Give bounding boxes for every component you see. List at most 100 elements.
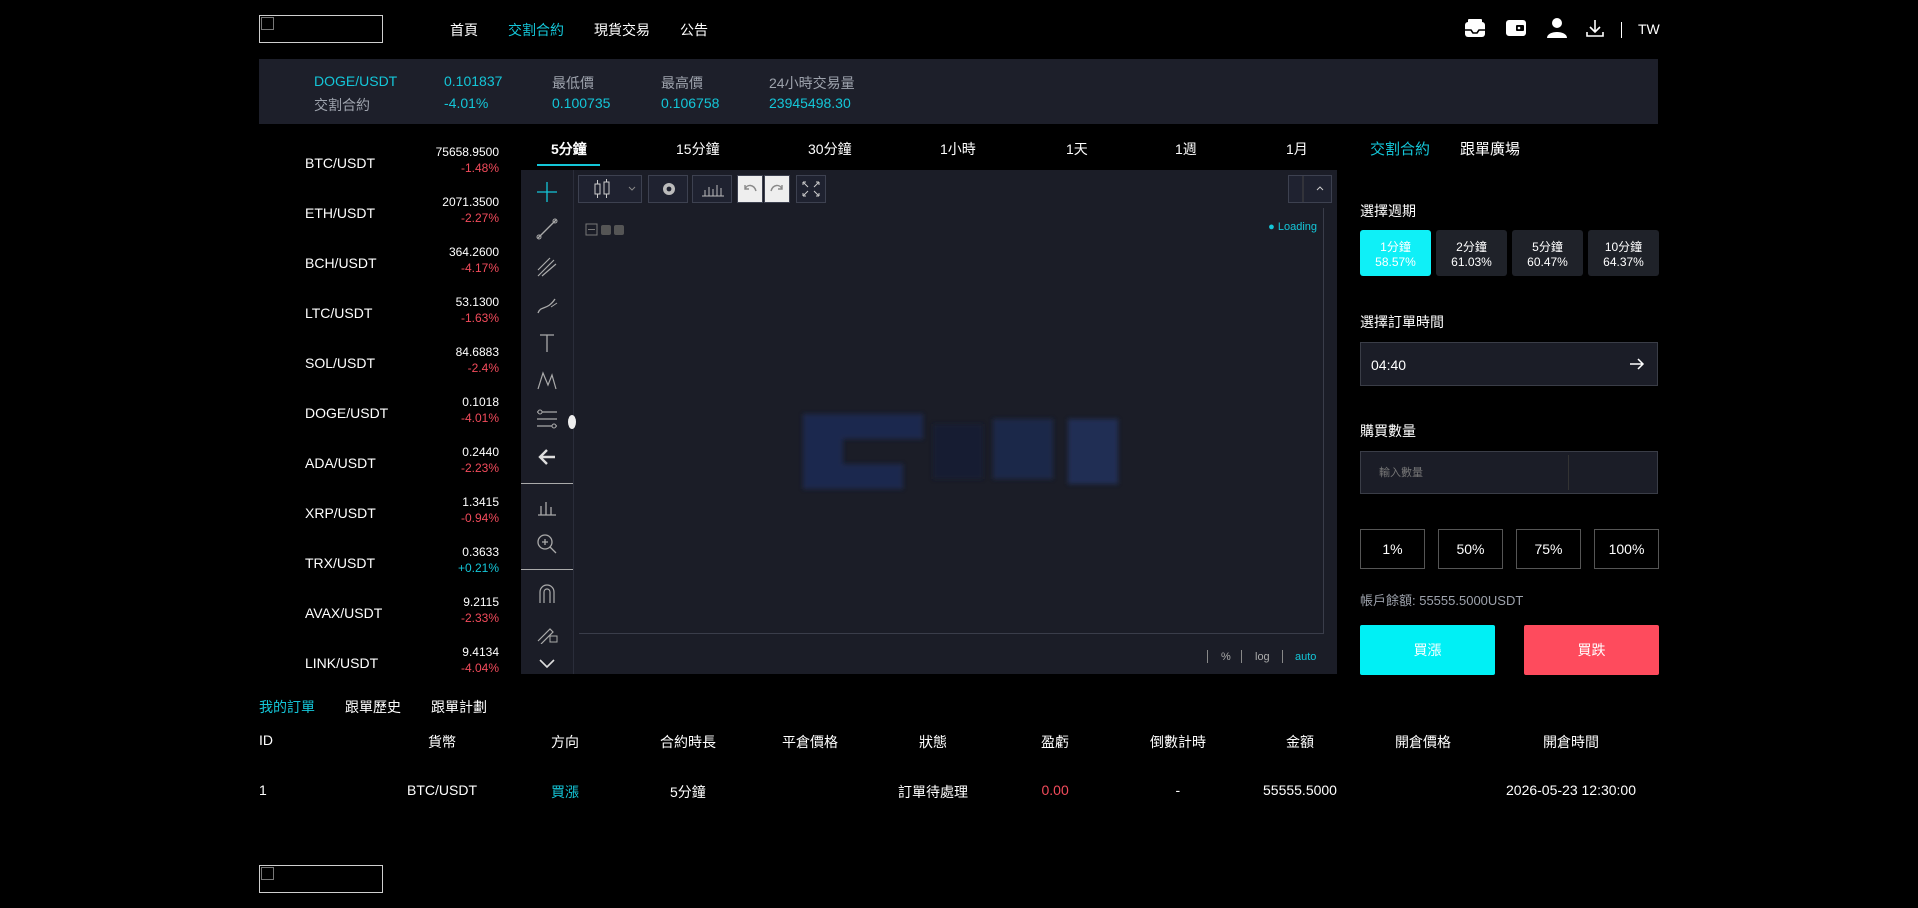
period-name: 1分鐘	[1380, 240, 1411, 254]
buy-up-button[interactable]: 買漲	[1360, 625, 1495, 675]
coin-row[interactable]: SOL/USDT 84.6883 -2.4%	[305, 343, 505, 393]
coin-price: 2071.3500	[442, 195, 499, 209]
lock-drawing-icon[interactable]	[535, 620, 559, 644]
pattern-icon[interactable]	[535, 369, 559, 393]
ticker-high: 0.106758	[661, 95, 720, 111]
coin-change: -2.33%	[460, 611, 499, 625]
wallet-icon[interactable]	[1505, 17, 1527, 39]
undo-button[interactable]	[737, 175, 763, 203]
scale-auto[interactable]: auto	[1295, 651, 1316, 663]
legend-toggle-icons[interactable]	[585, 223, 635, 237]
coin-name: DOGE/USDT	[305, 405, 389, 421]
ticker-low-label: 最低價	[552, 75, 594, 91]
period-rate: 58.57%	[1375, 255, 1416, 269]
coin-row[interactable]: XRP/USDT 1.3415 -0.94%	[305, 493, 505, 543]
chevron-down-icon[interactable]	[535, 652, 559, 676]
percent-button[interactable]: 75%	[1516, 529, 1581, 569]
coin-row[interactable]: LINK/USDT 9.4134 -4.04%	[305, 643, 505, 693]
coin-row[interactable]: DOGE/USDT 0.1018 -4.01%	[305, 393, 505, 443]
timeframe-underline	[537, 164, 600, 166]
nav-announcement[interactable]: 公告	[680, 20, 708, 40]
coin-row[interactable]: BTC/USDT 75658.9500 -1.48%	[305, 143, 505, 193]
measure-icon[interactable]	[535, 494, 559, 518]
drawing-toolbar	[521, 170, 574, 674]
crosshair-icon[interactable]	[535, 180, 559, 204]
timeframe-tab[interactable]: 1小時	[940, 139, 976, 159]
coin-row[interactable]: ETH/USDT 2071.3500 -2.27%	[305, 193, 505, 243]
download-icon[interactable]	[1584, 17, 1606, 39]
header-divider	[1621, 22, 1622, 38]
buy-down-button[interactable]: 買跌	[1524, 625, 1659, 675]
timeframe-tab[interactable]: 1週	[1175, 139, 1197, 159]
pitchfork-icon[interactable]	[535, 255, 559, 279]
chart-collapse-button[interactable]	[1288, 175, 1332, 203]
tab-follow-plan[interactable]: 跟單計劃	[431, 697, 487, 717]
nav-contract[interactable]: 交割合約	[508, 20, 564, 40]
period-rate: 61.03%	[1451, 255, 1492, 269]
period-option[interactable]: 1分鐘 58.57%	[1360, 230, 1431, 276]
quantity-input[interactable]	[1369, 455, 1569, 490]
coin-row[interactable]: ADA/USDT 0.2440 -2.23%	[305, 443, 505, 493]
table-header: 盈虧	[1041, 734, 1069, 750]
coin-name: LTC/USDT	[305, 305, 373, 321]
scale-log[interactable]: log	[1255, 651, 1270, 663]
scale-divider-2	[1241, 650, 1242, 663]
table-header: ID	[259, 732, 273, 748]
text-tool-icon[interactable]	[535, 331, 559, 355]
percent-button[interactable]: 50%	[1438, 529, 1503, 569]
chart-scroll-handle[interactable]	[568, 415, 576, 429]
percent-button[interactable]: 1%	[1360, 529, 1425, 569]
scale-percent[interactable]: %	[1221, 651, 1231, 663]
chart-plot[interactable]: ● Loading	[579, 208, 1324, 634]
coin-row[interactable]: AVAX/USDT 9.2115 -2.33%	[305, 593, 505, 643]
coin-price: 75658.9500	[435, 145, 499, 159]
scale-divider-3	[1282, 650, 1283, 663]
redo-button[interactable]	[764, 175, 790, 203]
timeframe-tab[interactable]: 1月	[1286, 139, 1308, 159]
tab-my-orders[interactable]: 我的訂單	[259, 697, 315, 717]
inbox-icon[interactable]	[1464, 17, 1486, 39]
coin-price: 1.3415	[462, 495, 499, 509]
site-logo[interactable]	[259, 15, 383, 43]
brush-icon[interactable]	[535, 293, 559, 317]
period-option[interactable]: 10分鐘 64.37%	[1588, 230, 1659, 276]
fib-icon[interactable]	[535, 407, 559, 431]
indicators-button[interactable]	[692, 175, 732, 203]
watermark-logo	[793, 404, 1123, 504]
nav-home[interactable]: 首頁	[450, 20, 478, 40]
nav-spot[interactable]: 現貨交易	[594, 20, 650, 40]
coin-row[interactable]: TRX/USDT 0.3633 +0.21%	[305, 543, 505, 593]
table-header: 方向	[551, 734, 579, 750]
table-header: 貨幣	[428, 734, 456, 750]
tab-follow-history[interactable]: 跟單歷史	[345, 697, 401, 717]
table-cell: 訂單待處理	[898, 784, 968, 800]
coin-name: ADA/USDT	[305, 455, 376, 471]
period-option[interactable]: 2分鐘 61.03%	[1436, 230, 1507, 276]
timeframe-tab[interactable]: 5分鐘	[551, 139, 587, 159]
timeframe-tab[interactable]: 30分鐘	[808, 139, 852, 159]
user-icon[interactable]	[1546, 17, 1568, 39]
timeframe-tab[interactable]: 15分鐘	[676, 139, 720, 159]
coin-row[interactable]: LTC/USDT 53.1300 -1.63%	[305, 293, 505, 343]
percent-button[interactable]: 100%	[1594, 529, 1659, 569]
arrow-right-icon	[1627, 354, 1647, 374]
tab-follow-square[interactable]: 跟單廣場	[1460, 138, 1520, 159]
trend-line-icon[interactable]	[535, 217, 559, 241]
chart-type-button[interactable]	[578, 175, 642, 203]
order-time-select[interactable]: 04:40	[1360, 342, 1658, 386]
language-switch[interactable]: TW	[1638, 21, 1660, 37]
toolbar-divider-2	[521, 569, 573, 570]
coin-price: 0.1018	[462, 395, 499, 409]
fullscreen-button[interactable]	[796, 175, 826, 203]
tab-contract[interactable]: 交割合約	[1370, 138, 1430, 159]
coin-name: AVAX/USDT	[305, 605, 383, 621]
magnet-icon[interactable]	[535, 582, 559, 606]
coin-row[interactable]: BCH/USDT 364.2600 -4.17%	[305, 243, 505, 293]
settings-button[interactable]	[648, 175, 688, 203]
table-header: 平倉價格	[782, 734, 838, 750]
timeframe-tab[interactable]: 1天	[1066, 139, 1088, 159]
table-header: 金額	[1286, 734, 1314, 750]
period-option[interactable]: 5分鐘 60.47%	[1512, 230, 1583, 276]
back-arrow-icon[interactable]	[535, 445, 559, 469]
zoom-in-icon[interactable]	[535, 532, 559, 556]
